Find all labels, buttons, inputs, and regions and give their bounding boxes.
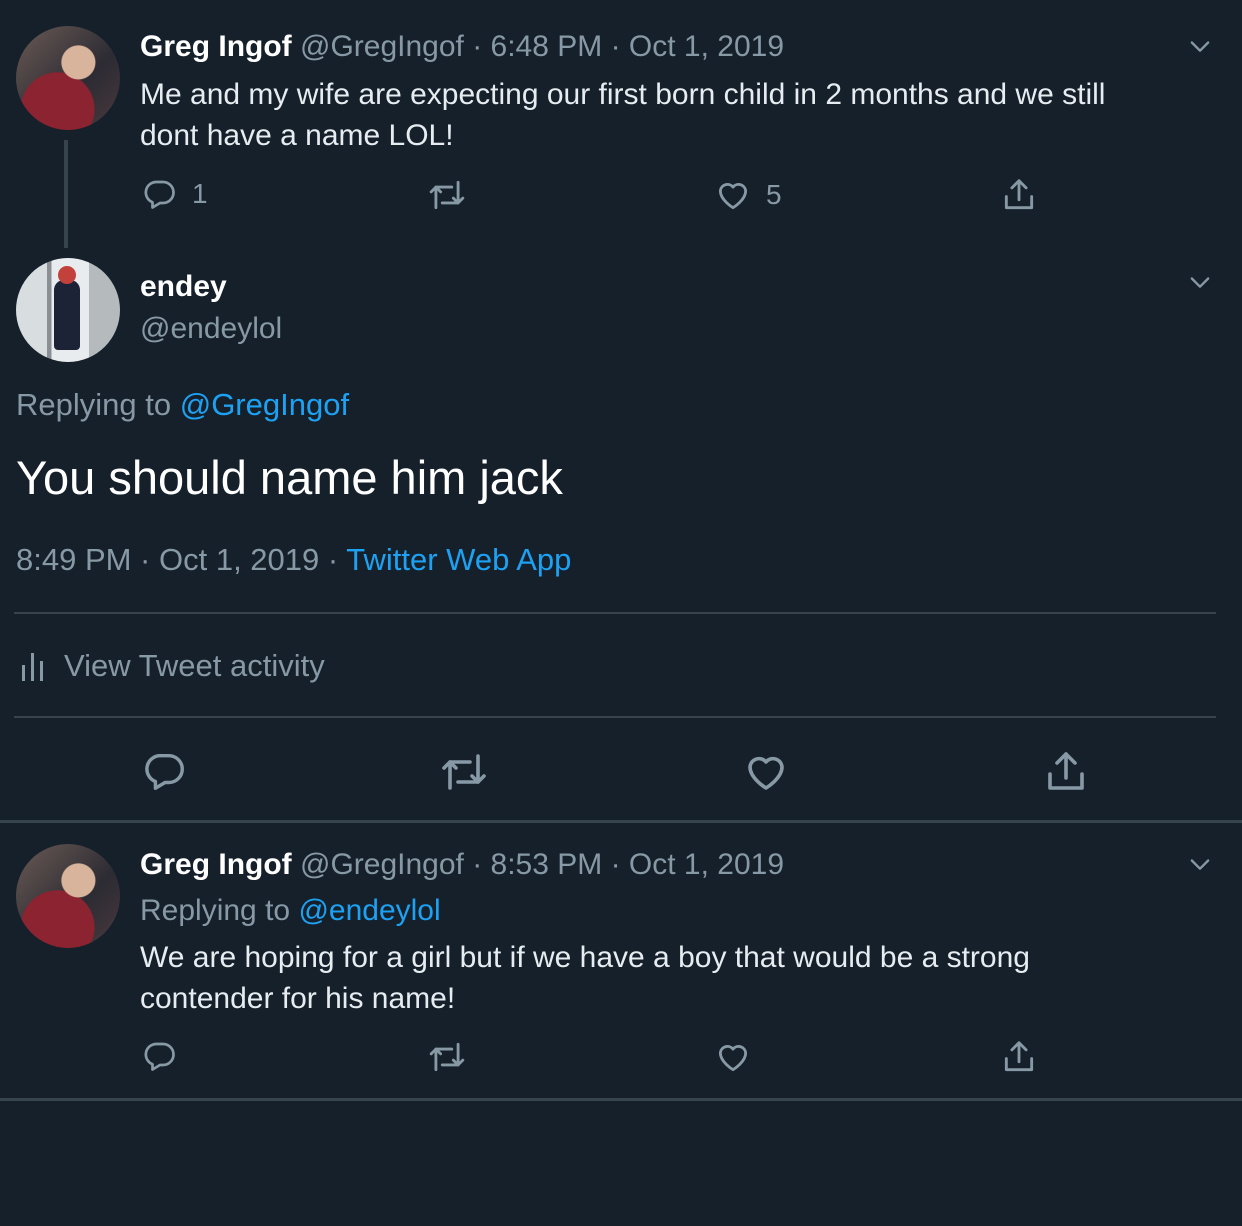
author-name[interactable]: Greg Ingof [140,848,292,881]
author-handle[interactable]: @endeylol [140,312,282,346]
divider [0,1098,1242,1101]
author-name[interactable]: endey [140,270,227,304]
replying-handle-link[interactable]: @endeylol [298,894,440,927]
author-name[interactable]: Greg Ingof [140,30,292,63]
avatar[interactable] [16,258,120,362]
retweet-icon [440,748,488,796]
share-icon [1000,176,1038,214]
reply-button[interactable]: 1 [142,176,208,212]
avatar[interactable] [16,26,120,130]
activity-icon [22,653,43,681]
tweet-text: We are hoping for a girl but if we have … [140,941,1030,1015]
like-icon [742,748,790,796]
avatar[interactable] [16,844,120,948]
reply-button[interactable] [142,748,188,794]
activity-label: View Tweet activity [64,648,325,683]
tweet-header: Greg Ingof @GregIngof · 6:48 PM · Oct 1,… [140,30,784,64]
divider [14,716,1216,718]
retweet-icon [428,1038,466,1076]
view-tweet-activity[interactable]: View Tweet activity [20,648,325,684]
like-button[interactable] [714,1038,752,1076]
retweet-button[interactable] [428,1038,466,1076]
author-meta: @GregIngof · 6:48 PM · Oct 1, 2019 [300,30,785,63]
share-icon [1042,748,1090,796]
like-button[interactable] [742,748,790,796]
tweet-header: Greg Ingof @GregIngof · 8:53 PM · Oct 1,… [140,848,784,882]
like-count: 5 [766,179,782,210]
chevron-down-icon[interactable] [1186,268,1214,296]
divider [14,612,1216,614]
retweet-button[interactable] [440,748,488,796]
share-icon [1000,1038,1038,1076]
author-meta: @GregIngof · 8:53 PM · Oct 1, 2019 [300,848,785,881]
share-button[interactable] [1000,1038,1038,1076]
replying-to: Replying to @GregIngof [16,387,350,422]
source-link[interactable]: Twitter Web App [346,542,571,577]
like-icon [714,1038,752,1076]
chevron-down-icon[interactable] [1186,850,1214,878]
reply-icon [142,1038,178,1074]
tweet-text: Me and my wife are expecting our first b… [140,78,1106,152]
retweet-button[interactable] [428,176,466,214]
reply-button[interactable] [142,1038,178,1074]
retweet-icon [428,176,466,214]
chevron-down-icon[interactable] [1186,32,1214,60]
tweet-timestamp: 8:49 PM · Oct 1, 2019 · Twitter Web App [16,542,572,577]
tweet-text: You should name him jack [16,451,563,504]
replying-to: Replying to @endeylol [140,894,441,927]
share-button[interactable] [1042,748,1090,796]
reply-icon [142,176,178,212]
share-button[interactable] [1000,176,1038,214]
reply-icon [142,748,188,794]
like-icon [714,176,752,214]
replying-handle-link[interactable]: @GregIngof [180,387,349,422]
reply-count: 1 [192,178,208,209]
divider [0,820,1242,823]
like-button[interactable]: 5 [714,176,782,214]
thread-line [64,140,68,248]
